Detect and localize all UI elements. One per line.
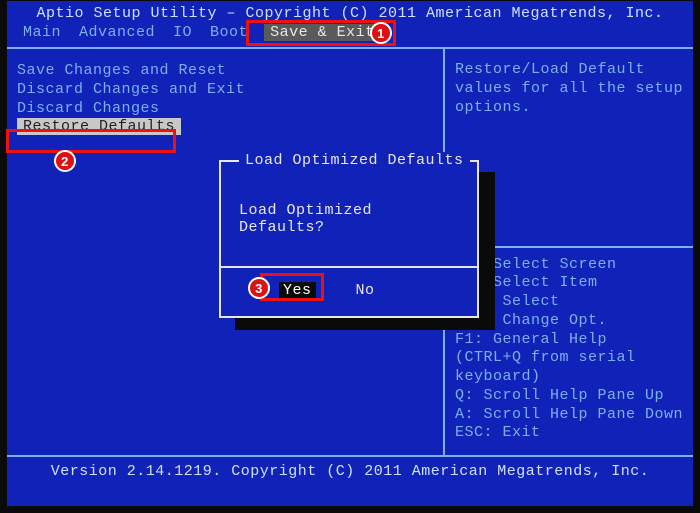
dialog-load-defaults: Load Optimized Defaults Load Optimized D…: [219, 160, 479, 318]
item-discard-changes-exit[interactable]: Discard Changes and Exit: [17, 80, 433, 99]
tab-boot[interactable]: Boot: [208, 24, 250, 41]
no-button[interactable]: No: [356, 282, 375, 299]
item-restore-defaults[interactable]: Restore Defaults: [17, 118, 181, 135]
header: Aptio Setup Utility – Copyright (C) 2011…: [7, 1, 693, 49]
tab-advanced[interactable]: Advanced: [77, 24, 157, 41]
key-scroll-up: Q: Scroll Help Pane Up: [455, 387, 683, 406]
key-scroll-down: A: Scroll Help Pane Down: [455, 406, 683, 425]
help-text: Restore/Load Default values for all the …: [455, 61, 683, 117]
key-ctrlq-2: keyboard): [455, 368, 683, 387]
item-discard-changes[interactable]: Discard Changes: [17, 99, 433, 118]
menubar: Main Advanced IO Boot Save & Exit: [7, 22, 693, 41]
item-save-changes-reset[interactable]: Save Changes and Reset: [17, 61, 433, 80]
dialog-buttons: Yes No: [221, 268, 477, 299]
key-ctrlq-1: (CTRL+Q from serial: [455, 349, 683, 368]
app-title: Aptio Setup Utility – Copyright (C) 2011…: [7, 1, 693, 22]
key-general-help: F1: General Help: [455, 331, 683, 350]
tab-io[interactable]: IO: [171, 24, 194, 41]
yes-button[interactable]: Yes: [279, 282, 316, 299]
key-esc-exit: ESC: Exit: [455, 424, 683, 443]
tab-main[interactable]: Main: [21, 24, 63, 41]
footer-version: Version 2.14.1219. Copyright (C) 2011 Am…: [7, 457, 693, 486]
tab-save-exit[interactable]: Save & Exit: [264, 24, 381, 41]
dialog-message: Load Optimized Defaults?: [221, 162, 477, 236]
dialog-title: Load Optimized Defaults: [239, 152, 470, 169]
